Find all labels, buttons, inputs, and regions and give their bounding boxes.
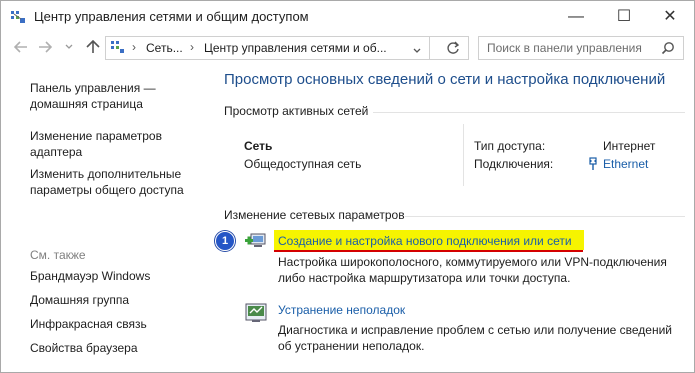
network-location-icon — [110, 40, 126, 60]
red-underline — [274, 250, 583, 252]
recent-locations-icon[interactable] — [60, 40, 78, 56]
window-title: Центр управления сетями и общим доступом — [34, 9, 309, 24]
title-bar: Центр управления сетями и общим доступом… — [1, 1, 694, 32]
maximize-button[interactable]: ☐ — [601, 1, 647, 32]
new-connection-icon[interactable] — [244, 230, 270, 257]
change-settings-header: Изменение сетевых параметров — [224, 208, 405, 222]
network-column-divider — [463, 124, 464, 186]
breadcrumb-separator: › — [132, 40, 136, 54]
sidebar-item-sharing-settings[interactable]: Изменить дополнительные параметры общего… — [30, 166, 208, 198]
page-title: Просмотр основных сведений о сети и наст… — [224, 71, 666, 88]
troubleshoot-link[interactable]: Устранение неполадок — [278, 303, 405, 317]
forward-arrow-icon[interactable] — [36, 40, 54, 56]
back-arrow-icon[interactable] — [12, 40, 30, 56]
section-divider — [405, 216, 685, 217]
sidebar-item-adapter-settings[interactable]: Изменение параметров адаптера — [30, 128, 208, 160]
network-name: Сеть — [244, 139, 273, 153]
see-also-infrared[interactable]: Инфракрасная связь — [30, 316, 208, 332]
ethernet-icon — [588, 157, 598, 176]
up-arrow-icon[interactable] — [84, 39, 102, 57]
sidebar-home-link[interactable]: Панель управления — домашняя страница — [30, 80, 208, 112]
address-divider — [429, 37, 430, 59]
breadcrumb-network-center[interactable]: Центр управления сетями и об... — [204, 41, 387, 55]
search-icon[interactable] — [661, 41, 675, 60]
network-type: Общедоступная сеть — [244, 157, 362, 171]
address-bar[interactable]: › Сеть... › Центр управления сетями и об… — [105, 36, 469, 60]
refresh-icon[interactable] — [446, 41, 460, 60]
close-button[interactable]: ✕ — [647, 1, 693, 32]
section-divider — [373, 112, 685, 113]
network-center-icon[interactable] — [9, 9, 27, 30]
ethernet-connection-link[interactable]: Ethernet — [603, 157, 648, 171]
see-also-browser-properties[interactable]: Свойства браузера — [30, 340, 208, 356]
troubleshoot-icon[interactable] — [244, 302, 268, 329]
search-placeholder: Поиск в панели управления — [487, 41, 642, 55]
create-connection-description: Настройка широкополосного, коммутируемог… — [278, 255, 667, 285]
see-also-firewall[interactable]: Брандмауэр Windows — [30, 268, 208, 284]
see-also-homegroup[interactable]: Домашняя группа — [30, 292, 208, 308]
access-type-label: Тип доступа: — [474, 139, 546, 153]
search-input[interactable]: Поиск в панели управления — [478, 36, 684, 60]
create-connection-link[interactable]: Создание и настройка нового подключения … — [278, 234, 572, 248]
minimize-button[interactable]: — — [553, 1, 599, 32]
breadcrumb-separator: › — [190, 40, 194, 54]
see-also-label: См. также — [30, 248, 86, 262]
address-dropdown-icon[interactable] — [412, 43, 422, 61]
step-badge: 1 — [215, 231, 235, 251]
active-networks-header: Просмотр активных сетей — [224, 104, 369, 118]
troubleshoot-description: Диагностика и исправление проблем с сеть… — [278, 323, 673, 353]
connections-label: Подключения: — [474, 157, 554, 171]
access-type-value: Интернет — [603, 139, 656, 153]
breadcrumb-network[interactable]: Сеть... — [146, 41, 183, 55]
